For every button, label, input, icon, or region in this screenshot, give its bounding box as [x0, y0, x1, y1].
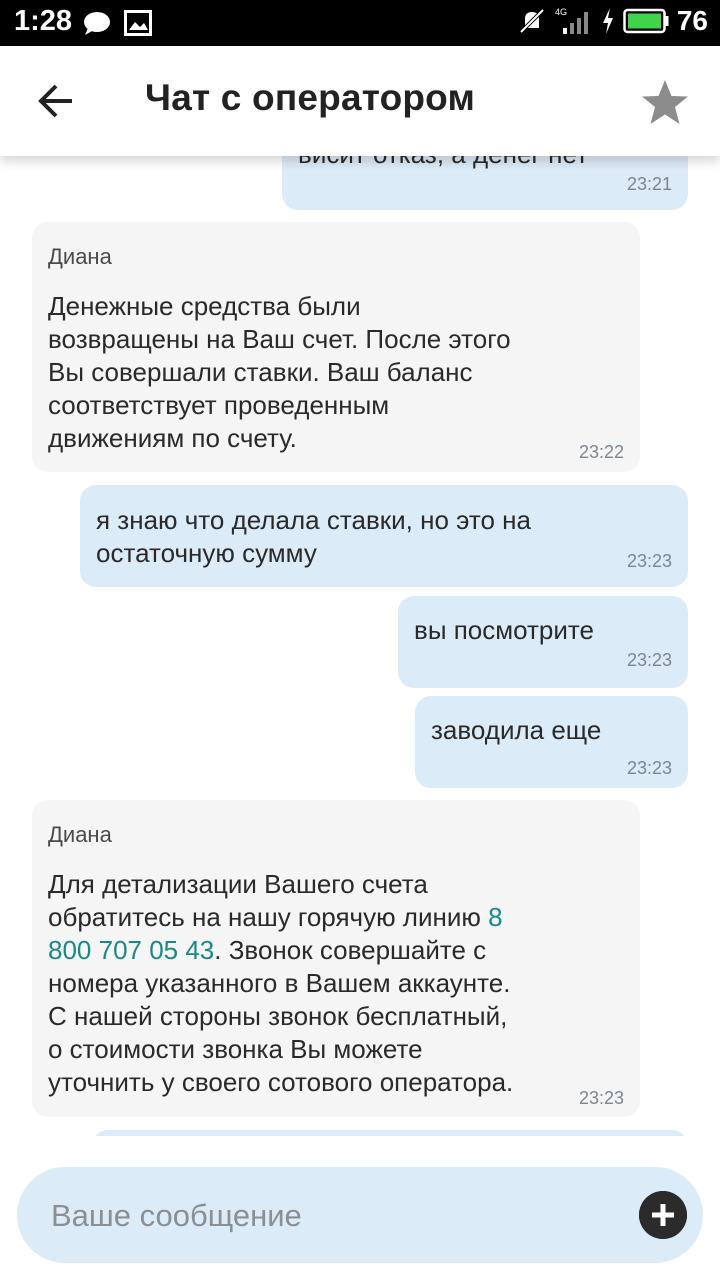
- message-incoming: Диана Денежные средства были возвращены …: [32, 222, 640, 472]
- message-incoming: Диана Для детализации Вашего счета обрат…: [32, 800, 640, 1117]
- message-text-part: Для детализации Вашего счета обратитесь …: [48, 869, 481, 932]
- message-time: 23:23: [626, 551, 672, 571]
- message-text: Денежные средства были возвращены на Ваш…: [48, 291, 511, 453]
- message-time: 23:21: [626, 174, 672, 194]
- message-outgoing: заводила еще 23:23: [415, 696, 688, 788]
- arrow-left-icon: [38, 84, 72, 118]
- status-time: 1:28: [14, 5, 73, 37]
- message-outgoing: я знаю что делала ставки, но это на оста…: [80, 485, 688, 587]
- status-right: 4G 76: [517, 5, 708, 37]
- message-text: я знаю что делала ставки, но это на оста…: [96, 505, 531, 568]
- signal-icon: 4G: [555, 7, 588, 34]
- network-type: 4G: [555, 7, 567, 17]
- message-outgoing: вы посмотрите 23:23: [398, 596, 688, 688]
- message-composer: [17, 1167, 703, 1263]
- message-text: висит отказ, а денег нет: [298, 156, 588, 171]
- message-sender: Диана: [48, 822, 112, 847]
- message-input[interactable]: [49, 1191, 613, 1241]
- status-notifications: [82, 10, 152, 36]
- message-time: 23:23: [578, 1088, 624, 1108]
- message-outgoing: висит отказ, а денег нет 23:21: [282, 156, 688, 210]
- battery-percent: 76: [676, 5, 708, 36]
- page-title: Чат с оператором: [145, 77, 476, 118]
- message-outgoing: [92, 1130, 688, 1136]
- mute-icon: [519, 8, 545, 34]
- message-time: 23:23: [626, 758, 672, 778]
- image-notification-icon: [124, 10, 152, 36]
- message-text: вы посмотрите: [414, 615, 594, 645]
- chat-message-list[interactable]: висит отказ, а денег нет 23:21 Диана Ден…: [0, 156, 720, 1136]
- favorite-button[interactable]: [640, 78, 690, 128]
- app-bar: Чат с оператором: [0, 46, 720, 156]
- plus-circle-icon: [639, 1191, 687, 1239]
- message-text: Для детализации Вашего счета обратитесь …: [48, 868, 513, 1099]
- message-sender: Диана: [48, 244, 112, 269]
- add-attachment-button[interactable]: [639, 1191, 687, 1239]
- message-text: заводила еще: [431, 715, 602, 745]
- back-button[interactable]: [36, 81, 76, 121]
- battery-icon: [623, 8, 669, 34]
- message-time: 23:22: [578, 442, 624, 462]
- status-bar: 1:28 4G 76: [0, 0, 720, 46]
- charging-icon: [602, 8, 613, 34]
- message-time: 23:23: [626, 650, 672, 670]
- star-icon: [642, 80, 688, 124]
- chat-notification-icon: [84, 12, 110, 35]
